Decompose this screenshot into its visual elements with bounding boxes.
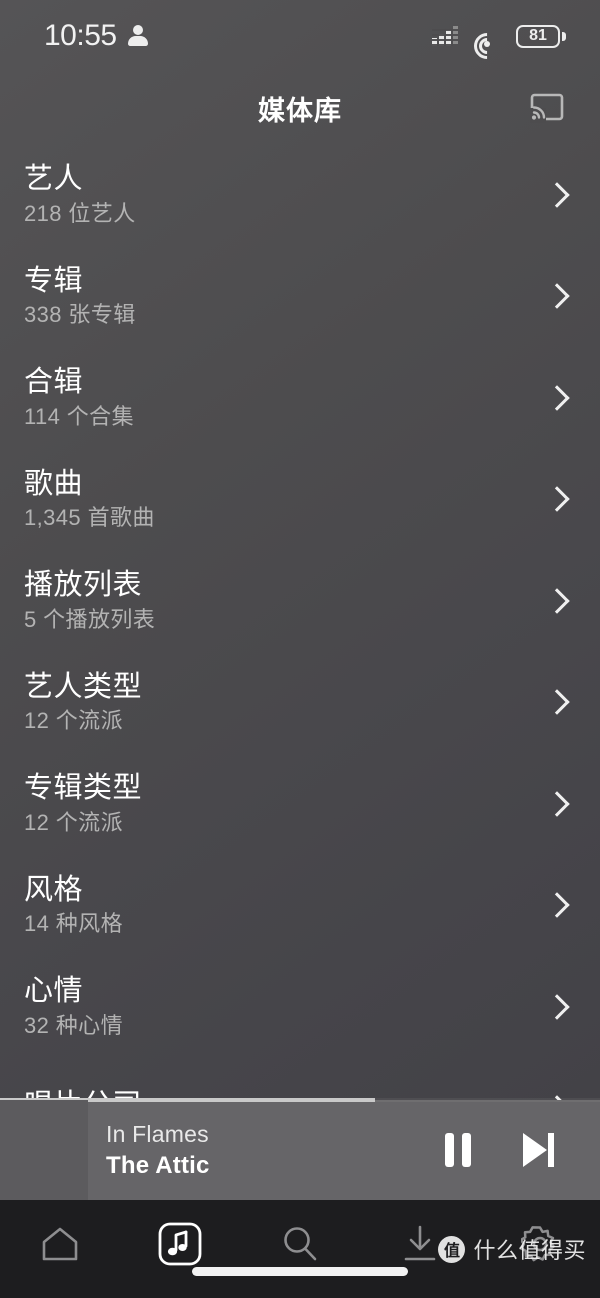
bottom-tab-bar: 值 什么值得买 [0,1200,600,1298]
album-art-thumbnail [0,1100,88,1200]
row-title: 专辑 [24,264,84,297]
watermark-logo: 值 [438,1235,466,1263]
phone-screen: 10:55 81 媒体库 艺人 218 位艺人 专辑 338 张专辑 合辑 11… [0,0,600,1298]
row-subtitle: 5 个播放列表 [24,606,156,632]
row-text-group: 合辑 114 个合集 [24,367,134,428]
row-title: 风格 [24,873,84,906]
now-playing-artist: In Flames [106,1120,209,1147]
library-row-compilations[interactable]: 合辑 114 个合集 [0,347,600,449]
library-row-labels[interactable]: 唱片公司 [0,1058,600,1100]
watermark: 值 什么值得买 [438,1233,586,1265]
chevron-right-icon [546,888,566,922]
row-subtitle: 32 种心情 [24,1012,123,1038]
library-row-playlists[interactable]: 播放列表 5 个播放列表 [0,550,600,652]
tab-home[interactable] [14,1214,106,1274]
chevron-right-icon [546,685,566,719]
row-title: 心情 [24,975,84,1008]
library-row-moods[interactable]: 心情 32 种心情 [0,956,600,1058]
person-icon [127,25,148,47]
row-text-group: 艺人类型 12 个流派 [24,672,142,733]
app-header: 媒体库 [0,72,600,144]
row-title: 播放列表 [24,569,143,602]
pause-icon [445,1133,471,1167]
home-icon [42,1227,78,1261]
row-text-group: 专辑类型 12 个流派 [24,773,142,834]
tab-library[interactable] [134,1214,226,1274]
row-subtitle: 1,345 首歌曲 [24,505,155,531]
pause-button[interactable] [434,1126,482,1174]
row-subtitle: 12 个流派 [24,809,123,835]
row-text-group: 专辑 338 张专辑 [24,266,136,327]
row-subtitle: 338 张专辑 [24,302,136,328]
library-list[interactable]: 艺人 218 位艺人 专辑 338 张专辑 合辑 114 个合集 歌曲 1,34… [0,144,600,1100]
chevron-right-icon [546,584,566,618]
row-text-group: 歌曲 1,345 首歌曲 [24,469,155,530]
page-title: 媒体库 [258,95,342,126]
row-text-group: 艺人 218 位艺人 [24,164,136,225]
row-text-group: 播放列表 5 个播放列表 [24,570,155,631]
playback-controls [434,1126,600,1174]
library-row-styles[interactable]: 风格 14 种风格 [0,855,600,957]
cast-icon [530,93,564,123]
status-bar: 10:55 81 [0,0,600,72]
library-row-artists[interactable]: 艺人 218 位艺人 [0,144,600,246]
row-subtitle: 12 个流派 [24,708,123,734]
chevron-right-icon [546,178,566,212]
library-row-albums[interactable]: 专辑 338 张专辑 [0,246,600,348]
row-text-group: 风格 14 种风格 [24,875,123,936]
library-row-songs[interactable]: 歌曲 1,345 首歌曲 [0,449,600,551]
chevron-right-icon [546,279,566,313]
library-row-artist-genres[interactable]: 艺人类型 12 个流派 [0,652,600,754]
row-subtitle: 114 个合集 [24,403,134,429]
chevron-right-icon [546,381,566,415]
download-icon [404,1225,436,1261]
row-title: 歌曲 [24,467,84,500]
battery-icon: 81 [516,24,566,48]
chevron-right-icon [546,787,566,821]
row-title: 合辑 [24,366,84,399]
watermark-text: 什么值得买 [473,1238,586,1263]
next-track-icon [523,1133,557,1167]
music-note-icon [158,1222,202,1266]
tab-search[interactable] [254,1214,346,1274]
chevron-right-icon [546,482,566,516]
now-playing-title: The Attic [106,1151,210,1179]
status-clock: 10:55 [44,19,117,52]
battery-level-text: 81 [516,24,560,48]
status-bar-left: 10:55 [44,19,148,53]
row-title: 艺人 [24,163,84,196]
row-subtitle: 218 位艺人 [24,200,136,226]
wifi-icon [468,26,506,64]
status-bar-right: 81 [432,24,566,64]
now-playing-bar[interactable]: In Flames The Attic [0,1098,600,1200]
row-text-group: 心情 32 种心情 [24,976,123,1037]
library-row-album-genres[interactable]: 专辑类型 12 个流派 [0,753,600,855]
now-playing-meta[interactable]: In Flames The Attic [88,1121,434,1180]
search-icon [284,1227,317,1261]
row-subtitle: 14 种风格 [24,911,123,937]
chevron-right-icon [546,990,566,1024]
home-indicator[interactable] [192,1267,408,1276]
next-track-button[interactable] [516,1126,564,1174]
row-title: 专辑类型 [24,772,143,805]
cellular-signal-icon [432,26,458,46]
row-title: 艺人类型 [24,670,143,703]
cast-button[interactable] [524,88,570,128]
